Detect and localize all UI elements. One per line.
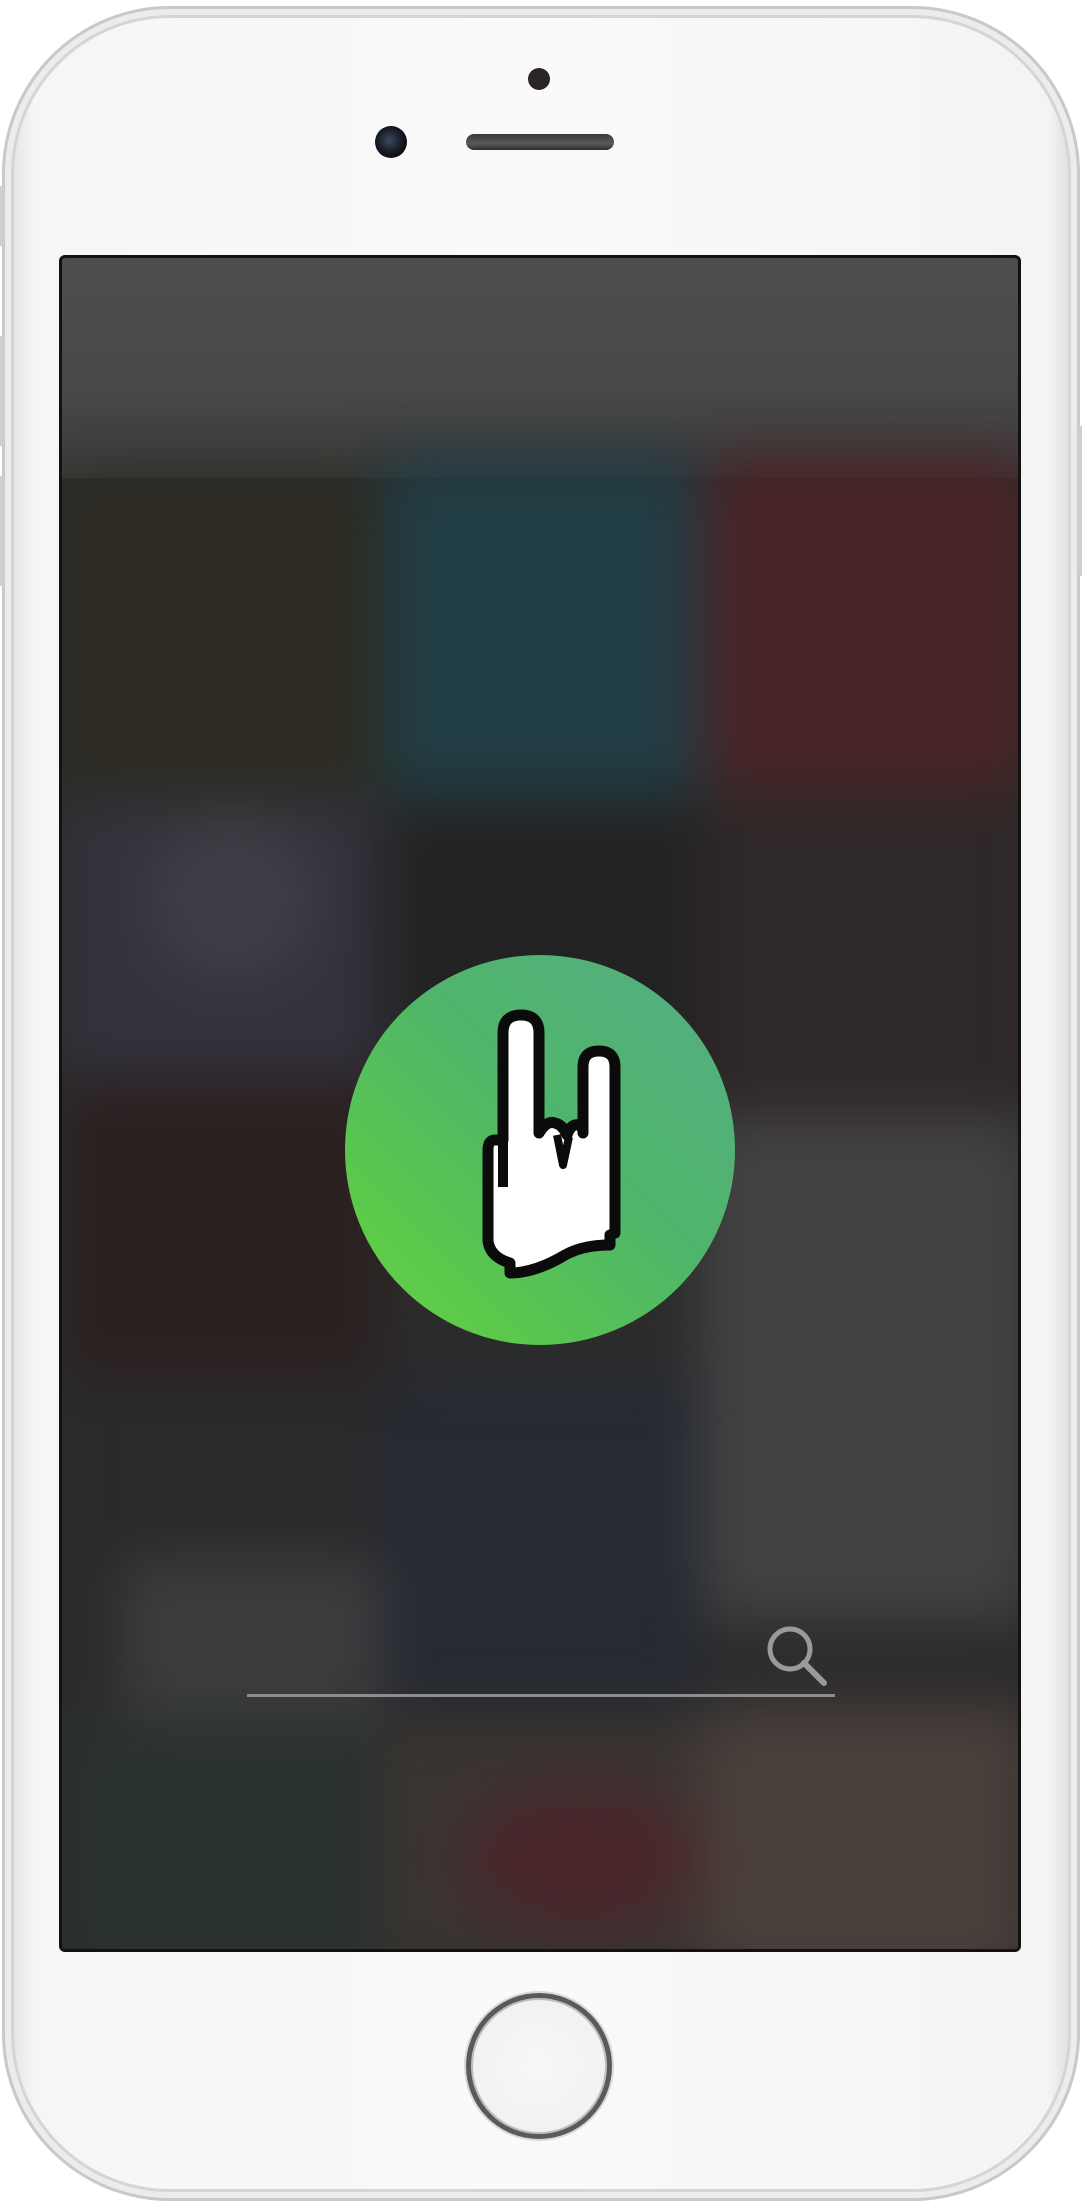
- front-camera: [375, 126, 407, 158]
- volume-down-button: [0, 476, 4, 586]
- proximity-sensor: [528, 68, 550, 90]
- app-screen: [59, 255, 1021, 1952]
- status-bar-area: [62, 258, 1018, 478]
- power-button: [1078, 426, 1082, 576]
- search-underline: [247, 1694, 835, 1697]
- earpiece-speaker: [466, 134, 614, 150]
- search-input[interactable]: [247, 1638, 761, 1692]
- app-logo: [345, 955, 735, 1345]
- home-button[interactable]: [466, 1993, 612, 2139]
- volume-up-button: [0, 336, 4, 446]
- rock-hand-icon: [482, 1009, 621, 1279]
- search-icon[interactable]: [762, 1621, 832, 1691]
- side-button: [0, 186, 4, 246]
